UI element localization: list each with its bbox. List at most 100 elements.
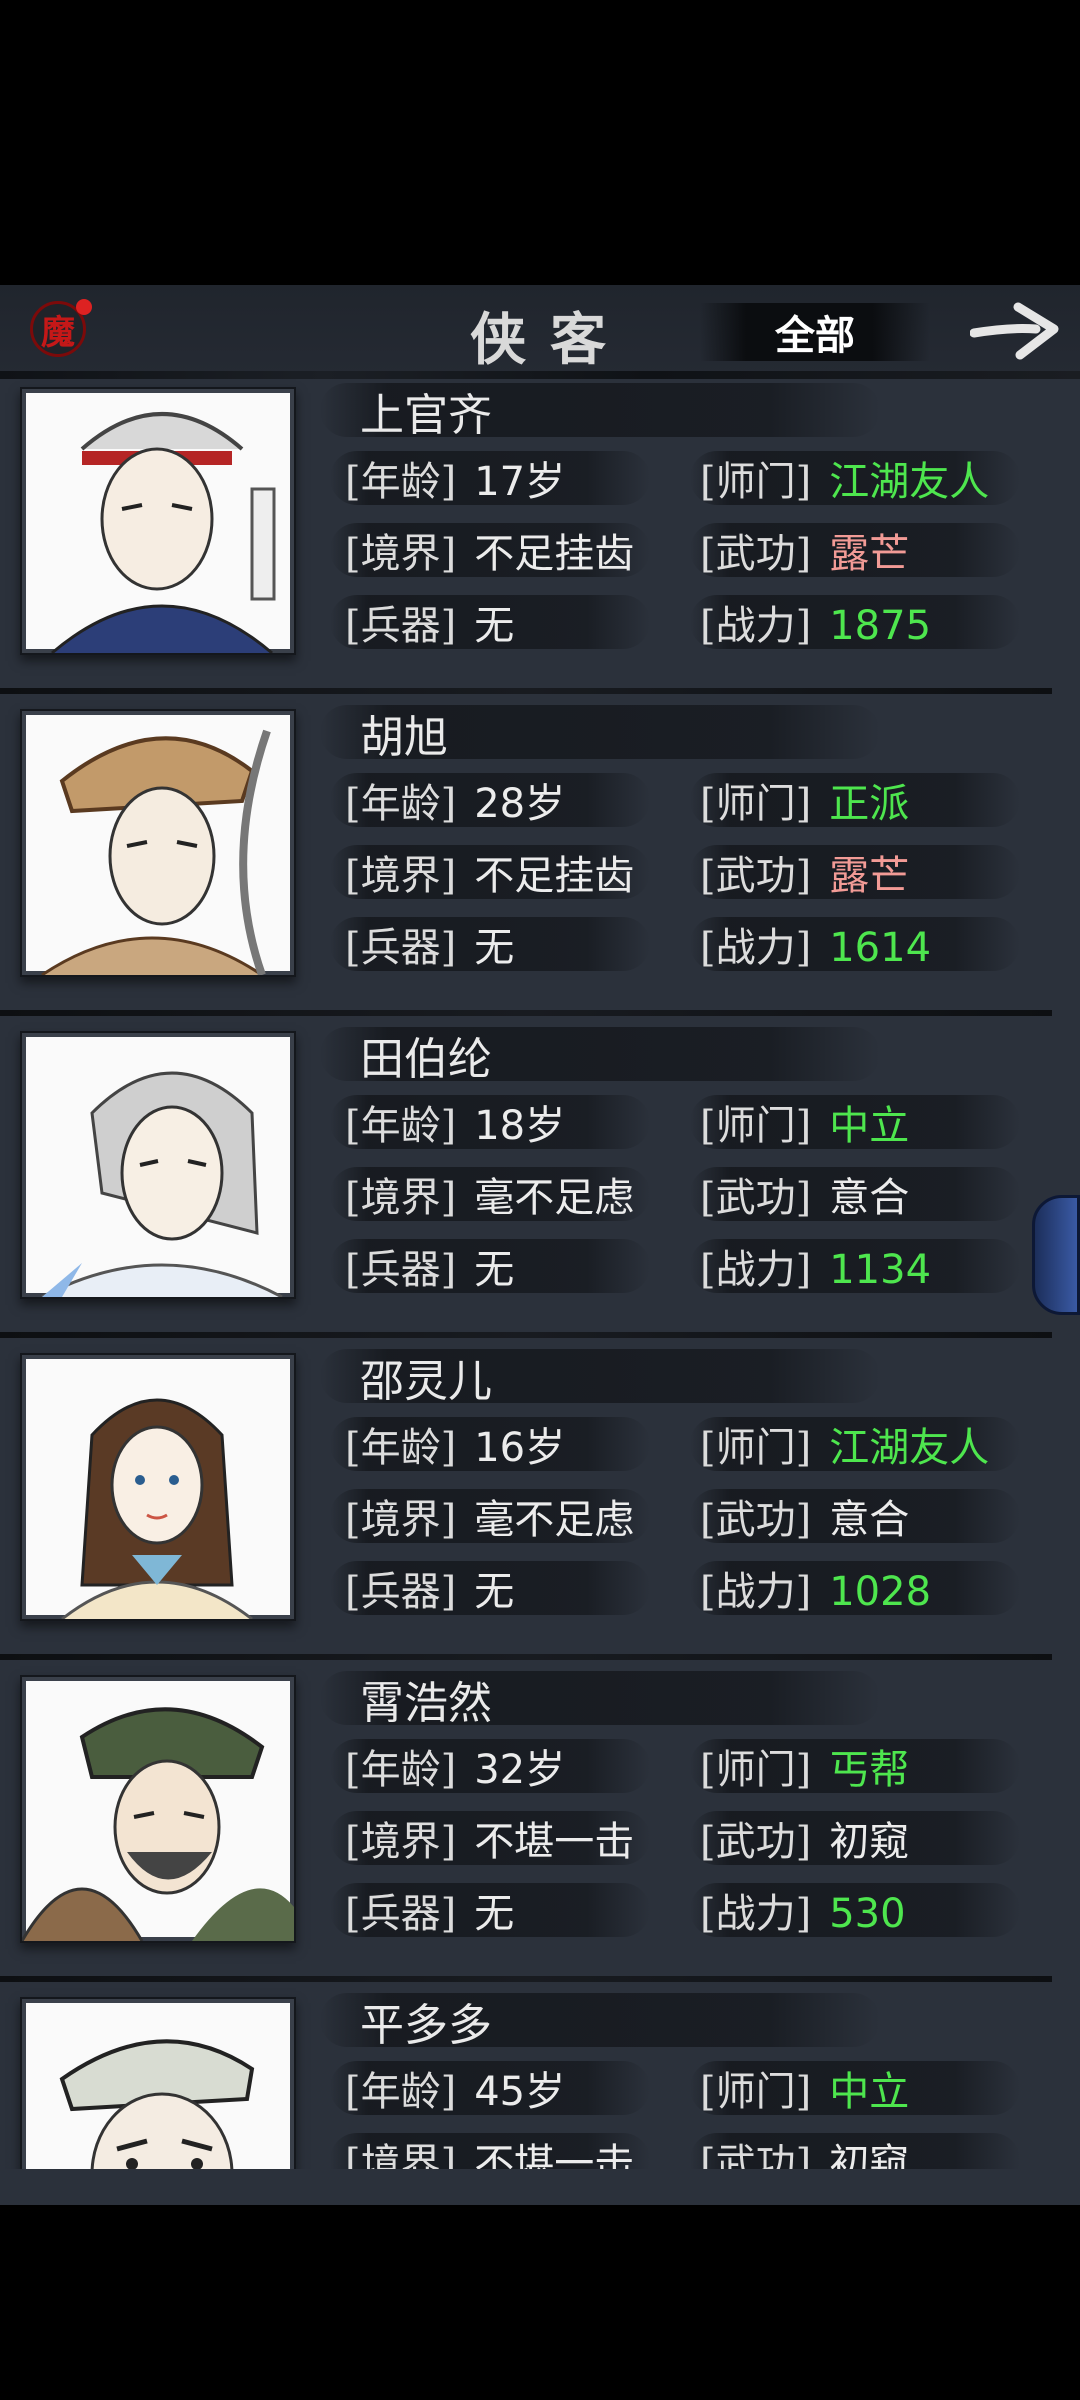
hero-skill: 意合 xyxy=(829,1175,910,1221)
hero-card[interactable]: 平多多[年龄]45岁[师门]中立[境界]不堪一击[武功]初窥[兵器][战力] xyxy=(0,1989,1052,2169)
filter-button[interactable]: 全部 xyxy=(700,303,930,361)
age-label: [年龄] xyxy=(345,1103,457,1149)
power-label: [战力] xyxy=(700,1247,812,1293)
hero-sect-row: [师门] 江湖友人 xyxy=(700,449,989,507)
hero-portrait xyxy=(20,709,296,977)
hero-sect: 丐帮 xyxy=(829,1747,910,1793)
hero-weapon: 无 xyxy=(474,925,515,971)
realm-label: [境界] xyxy=(345,1819,457,1865)
hero-power: 1875 xyxy=(829,603,932,649)
hero-sect-row: [师门] 中立 xyxy=(700,1093,909,1151)
hero-age-row: [年龄] 45岁 xyxy=(345,2059,565,2117)
sect-label: [师门] xyxy=(700,781,812,827)
hero-skill-row: [武功] 初窥 xyxy=(700,1809,909,1867)
hero-sect-row: [师门] 正派 xyxy=(700,771,909,829)
hero-power: 1614 xyxy=(829,925,932,971)
hero-skill-row: [武功] 露芒 xyxy=(700,521,909,579)
weapon-label: [兵器] xyxy=(345,925,457,971)
hero-age: 18岁 xyxy=(474,1103,566,1149)
hero-sect: 江湖友人 xyxy=(829,459,990,505)
hero-age: 32岁 xyxy=(474,1747,566,1793)
hero-realm-row: [境界] 不足挂齿 xyxy=(345,521,634,579)
hero-age-row: [年龄] 17岁 xyxy=(345,449,565,507)
hero-skill: 露芒 xyxy=(829,853,910,899)
weapon-label: [兵器] xyxy=(345,1247,457,1293)
hero-realm-row: [境界] 不堪一击 xyxy=(345,1809,634,1867)
hero-realm: 不足挂齿 xyxy=(474,531,635,577)
card-divider xyxy=(0,1010,1052,1016)
hero-skill: 初窥 xyxy=(829,2141,910,2169)
age-label: [年龄] xyxy=(345,1747,457,1793)
hero-realm: 不堪一击 xyxy=(474,2141,635,2169)
hero-realm: 毫不足虑 xyxy=(474,1497,635,1543)
card-divider xyxy=(0,1332,1052,1338)
hero-card[interactable]: 胡旭 [年龄] 28岁 [师门] 正派 [境界] 不足挂齿 [武功] 露芒 [兵器] 无 [战力] 16… xyxy=(0,701,1052,1016)
hero-sect: 江湖友人 xyxy=(829,1425,990,1471)
hero-power: 1134 xyxy=(829,1247,932,1293)
hero-portrait xyxy=(20,387,296,655)
hero-weapon-row: [兵器] 无 xyxy=(345,1559,514,1617)
hero-card[interactable]: 上官齐 [年龄] 17岁 [师门] 江湖友人 [境界] 不足挂齿 [武功] 露芒 [兵器] 无 [战力… xyxy=(0,379,1052,694)
sect-label: [师门] xyxy=(700,1103,812,1149)
hero-weapon-row: [兵器] 无 xyxy=(345,1881,514,1939)
age-label: [年龄] xyxy=(345,459,457,505)
filter-label: 全部 xyxy=(775,312,855,359)
hero-portrait xyxy=(20,1031,296,1299)
hero-power-row: [战力] 1028 xyxy=(700,1559,931,1617)
hero-age: 17岁 xyxy=(474,459,566,505)
hero-realm-row: [境界] 不足挂齿 xyxy=(345,843,634,901)
hero-weapon-row: [兵器] 无 xyxy=(345,593,514,651)
power-label: [战力] xyxy=(700,1569,812,1615)
sect-label: [师门] xyxy=(700,459,812,505)
sect-label: [师门] xyxy=(700,1425,812,1471)
realm-label: [境界] xyxy=(345,531,457,577)
realm-label: [境界] xyxy=(345,853,457,899)
realm-label: [境界] xyxy=(345,2141,457,2169)
hero-skill-row: [武功] 初窥 xyxy=(700,2131,909,2169)
hero-portrait xyxy=(20,1675,296,1943)
hero-sect: 正派 xyxy=(829,781,910,827)
sect-label: [师门] xyxy=(700,2069,812,2115)
power-label: [战力] xyxy=(700,603,812,649)
hero-weapon: 无 xyxy=(474,603,515,649)
hero-skill-row: [武功] 露芒 xyxy=(700,843,909,901)
page-title: 侠客 xyxy=(470,307,630,373)
hero-portrait xyxy=(20,1353,296,1621)
age-label: [年龄] xyxy=(345,1425,457,1471)
age-label: [年龄] xyxy=(345,781,457,827)
hero-name: 平多多 xyxy=(360,2000,492,2051)
hero-skill: 意合 xyxy=(829,1497,910,1543)
skill-label: [武功] xyxy=(700,2141,812,2169)
hero-card[interactable]: 霄浩然 [年龄] 32岁 [师门] 丐帮 [境界] 不堪一击 [武功] 初窥 [兵器] 无 [战力] 5… xyxy=(0,1667,1052,1982)
sect-label: [师门] xyxy=(700,1747,812,1793)
hero-list-screen: 魔 侠客 全部 上官齐 [年龄] 17岁 [师门] 江湖友人 [境界] 不足挂齿 [武功] 露芒… xyxy=(0,285,1080,2205)
hero-realm-row: [境界] 毫不足虑 xyxy=(345,1487,634,1545)
hero-name: 霄浩然 xyxy=(360,1678,492,1729)
hero-name: 胡旭 xyxy=(360,712,448,763)
skill-label: [武功] xyxy=(700,1819,812,1865)
hero-realm: 毫不足虑 xyxy=(474,1175,635,1221)
hero-skill: 初窥 xyxy=(829,1819,910,1865)
hero-age-row: [年龄] 16岁 xyxy=(345,1415,565,1473)
skill-label: [武功] xyxy=(700,853,812,899)
skill-label: [武功] xyxy=(700,1497,812,1543)
hero-realm: 不堪一击 xyxy=(474,1819,635,1865)
side-tab-handle[interactable] xyxy=(1032,1195,1080,1315)
hero-weapon: 无 xyxy=(474,1891,515,1937)
hero-power: 530 xyxy=(829,1891,906,1937)
card-divider xyxy=(0,1654,1052,1660)
hero-card[interactable]: 邵灵儿 [年龄] 16岁 [师门] 江湖友人 [境界] 毫不足虑 [武功] 意合 [兵器] 无 [战力… xyxy=(0,1345,1052,1660)
hero-card[interactable]: 田伯纶 [年龄] 18岁 [师门] 中立 [境界] 毫不足虑 [武功] 意合 [兵器] 无 [战力] 1… xyxy=(0,1023,1052,1338)
hero-age-row: [年龄] 32岁 xyxy=(345,1737,565,1795)
realm-label: [境界] xyxy=(345,1497,457,1543)
hero-name: 田伯纶 xyxy=(360,1034,492,1085)
hero-power-row: [战力] 1134 xyxy=(700,1237,931,1295)
hero-list[interactable]: 上官齐 [年龄] 17岁 [师门] 江湖友人 [境界] 不足挂齿 [武功] 露芒 [兵器] 无 [战力… xyxy=(0,379,1052,2169)
hero-age: 45岁 xyxy=(474,2069,566,2115)
hero-sect-row: [师门] 中立 xyxy=(700,2059,909,2117)
hero-age: 28岁 xyxy=(474,781,566,827)
skill-label: [武功] xyxy=(700,531,812,577)
arrow-right-icon[interactable] xyxy=(970,297,1060,363)
hero-name: 上官齐 xyxy=(360,390,492,441)
hero-power: 1028 xyxy=(829,1569,932,1615)
